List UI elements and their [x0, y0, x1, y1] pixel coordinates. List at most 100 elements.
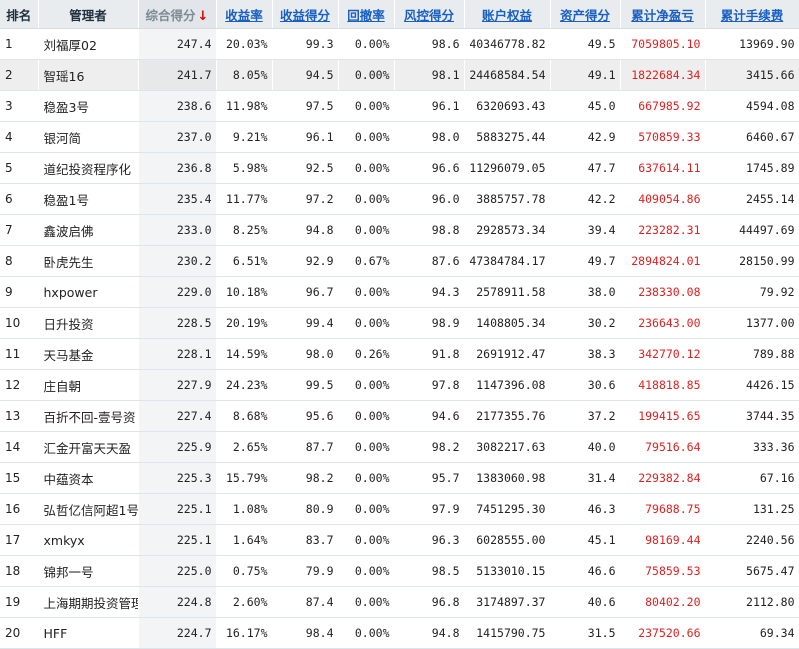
cell-cumulative-fees: 4594.08	[705, 90, 799, 122]
cell-cumulative-fees: 789.88	[705, 338, 799, 370]
cell-cumulative-pnl: 98169.44	[620, 524, 706, 556]
cell-cumulative-pnl: 79688.75	[620, 493, 706, 525]
cell-return-rate: 0.75%	[216, 555, 273, 587]
cell-account-equity: 2691912.47	[464, 338, 551, 370]
cell-account-equity: 6320693.43	[464, 90, 551, 122]
cell-cumulative-pnl: 80402.20	[620, 586, 706, 618]
cell-manager: 上海期期投资管理	[38, 586, 139, 618]
cell-risk-score: 95.7	[394, 462, 465, 494]
cell-rank: 20	[0, 617, 39, 649]
table-row: 3 稳盈3号 238.6 11.98% 97.5 0.00% 96.1 6320693.43 4…	[0, 90, 799, 122]
cell-cumulative-fees: 3744.35	[705, 400, 799, 432]
cell-cumulative-fees: 13969.90	[705, 28, 799, 60]
cell-rank: 19	[0, 586, 39, 618]
ranking-table: 排名 管理者 综合得分 ↓ 收益率 收益得分 回撤率 风控得分 账户权益 资产得分…	[0, 0, 799, 649]
header-return-score[interactable]: 收益得分	[272, 0, 339, 29]
cell-asset-score: 37.2	[550, 400, 621, 432]
cell-account-equity: 3885757.78	[464, 183, 551, 215]
cell-asset-score: 49.1	[550, 59, 621, 91]
cell-account-equity: 2928573.34	[464, 214, 551, 246]
cell-composite-score: 224.8	[138, 586, 217, 618]
cell-manager: hxpower	[38, 276, 139, 308]
header-cumulative-pnl[interactable]: 累计净盈亏	[620, 0, 706, 29]
cell-cumulative-fees: 131.25	[705, 493, 799, 525]
header-return-rate[interactable]: 收益率	[216, 0, 273, 29]
header-composite-score[interactable]: 综合得分 ↓	[138, 0, 217, 29]
cell-cumulative-pnl: 79516.64	[620, 431, 706, 463]
header-risk-score[interactable]: 风控得分	[394, 0, 465, 29]
cell-asset-score: 47.7	[550, 152, 621, 184]
cell-drawdown-rate: 0.67%	[338, 245, 395, 277]
cell-composite-score: 228.5	[138, 307, 217, 339]
cell-risk-score: 94.8	[394, 617, 465, 649]
cell-drawdown-rate: 0.00%	[338, 586, 395, 618]
cell-composite-score: 247.4	[138, 28, 217, 60]
cell-return-rate: 2.60%	[216, 586, 273, 618]
cell-return-rate: 16.17%	[216, 617, 273, 649]
cell-rank: 3	[0, 90, 39, 122]
cell-risk-score: 96.1	[394, 90, 465, 122]
cell-asset-score: 38.3	[550, 338, 621, 370]
cell-return-rate: 20.03%	[216, 28, 273, 60]
table-row: 18 锦邦一号 225.0 0.75% 79.9 0.00% 98.5 5133010.15 4…	[0, 555, 799, 587]
cell-asset-score: 45.1	[550, 524, 621, 556]
cell-cumulative-pnl: 637614.11	[620, 152, 706, 184]
cell-return-score: 87.4	[272, 586, 339, 618]
cell-rank: 10	[0, 307, 39, 339]
cell-manager: 锦邦一号	[38, 555, 139, 587]
cell-drawdown-rate: 0.00%	[338, 431, 395, 463]
cell-manager: 弘哲亿信阿超1号	[38, 493, 139, 525]
header-account-equity[interactable]: 账户权益	[464, 0, 551, 29]
cell-drawdown-rate: 0.00%	[338, 369, 395, 401]
cell-return-score: 99.3	[272, 28, 339, 60]
cell-composite-score: 238.6	[138, 90, 217, 122]
cell-asset-score: 49.7	[550, 245, 621, 277]
cell-cumulative-fees: 69.34	[705, 617, 799, 649]
cell-account-equity: 1147396.08	[464, 369, 551, 401]
cell-cumulative-fees: 3415.66	[705, 59, 799, 91]
cell-cumulative-fees: 1745.89	[705, 152, 799, 184]
cell-cumulative-pnl: 238330.08	[620, 276, 706, 308]
cell-account-equity: 6028555.00	[464, 524, 551, 556]
cell-manager: 稳盈3号	[38, 90, 139, 122]
cell-return-rate: 20.19%	[216, 307, 273, 339]
cell-risk-score: 91.8	[394, 338, 465, 370]
cell-cumulative-pnl: 2894824.01	[620, 245, 706, 277]
cell-risk-score: 98.8	[394, 214, 465, 246]
cell-rank: 13	[0, 400, 39, 432]
cell-account-equity: 3082217.63	[464, 431, 551, 463]
cell-risk-score: 98.0	[394, 121, 465, 153]
table-row: 4 银河简 237.0 9.21% 96.1 0.00% 98.0 5883275.44 42.…	[0, 121, 799, 153]
cell-manager: 稳盈1号	[38, 183, 139, 215]
cell-manager: 中蕴资本	[38, 462, 139, 494]
cell-asset-score: 39.4	[550, 214, 621, 246]
header-asset-score[interactable]: 资产得分	[550, 0, 621, 29]
cell-risk-score: 94.6	[394, 400, 465, 432]
cell-rank: 7	[0, 214, 39, 246]
table-row: 15 中蕴资本 225.3 15.79% 98.2 0.00% 95.7 1383060.98…	[0, 462, 799, 494]
cell-return-rate: 5.98%	[216, 152, 273, 184]
cell-drawdown-rate: 0.00%	[338, 28, 395, 60]
cell-composite-score: 229.0	[138, 276, 217, 308]
cell-rank: 18	[0, 555, 39, 587]
header-drawdown-rate[interactable]: 回撤率	[338, 0, 395, 29]
table-row: 17 xmkyx 225.1 1.64% 83.7 0.00% 96.3 6028555.00…	[0, 524, 799, 556]
cell-asset-score: 30.6	[550, 369, 621, 401]
header-rank: 排名	[0, 0, 39, 29]
cell-cumulative-fees: 44497.69	[705, 214, 799, 246]
cell-composite-score: 233.0	[138, 214, 217, 246]
table-row: 9 hxpower 229.0 10.18% 96.7 0.00% 94.3 2578911.…	[0, 276, 799, 308]
cell-manager: 百折不回-壹号资	[38, 400, 139, 432]
cell-rank: 1	[0, 28, 39, 60]
cell-return-rate: 8.25%	[216, 214, 273, 246]
cell-risk-score: 94.3	[394, 276, 465, 308]
cell-asset-score: 38.0	[550, 276, 621, 308]
cell-composite-score: 237.0	[138, 121, 217, 153]
cell-asset-score: 49.5	[550, 28, 621, 60]
cell-risk-score: 98.2	[394, 431, 465, 463]
cell-manager: 鑫波启佛	[38, 214, 139, 246]
cell-risk-score: 97.8	[394, 369, 465, 401]
header-cumulative-fees[interactable]: 累计手续费	[705, 0, 799, 29]
cell-risk-score: 96.0	[394, 183, 465, 215]
cell-composite-score: 225.3	[138, 462, 217, 494]
